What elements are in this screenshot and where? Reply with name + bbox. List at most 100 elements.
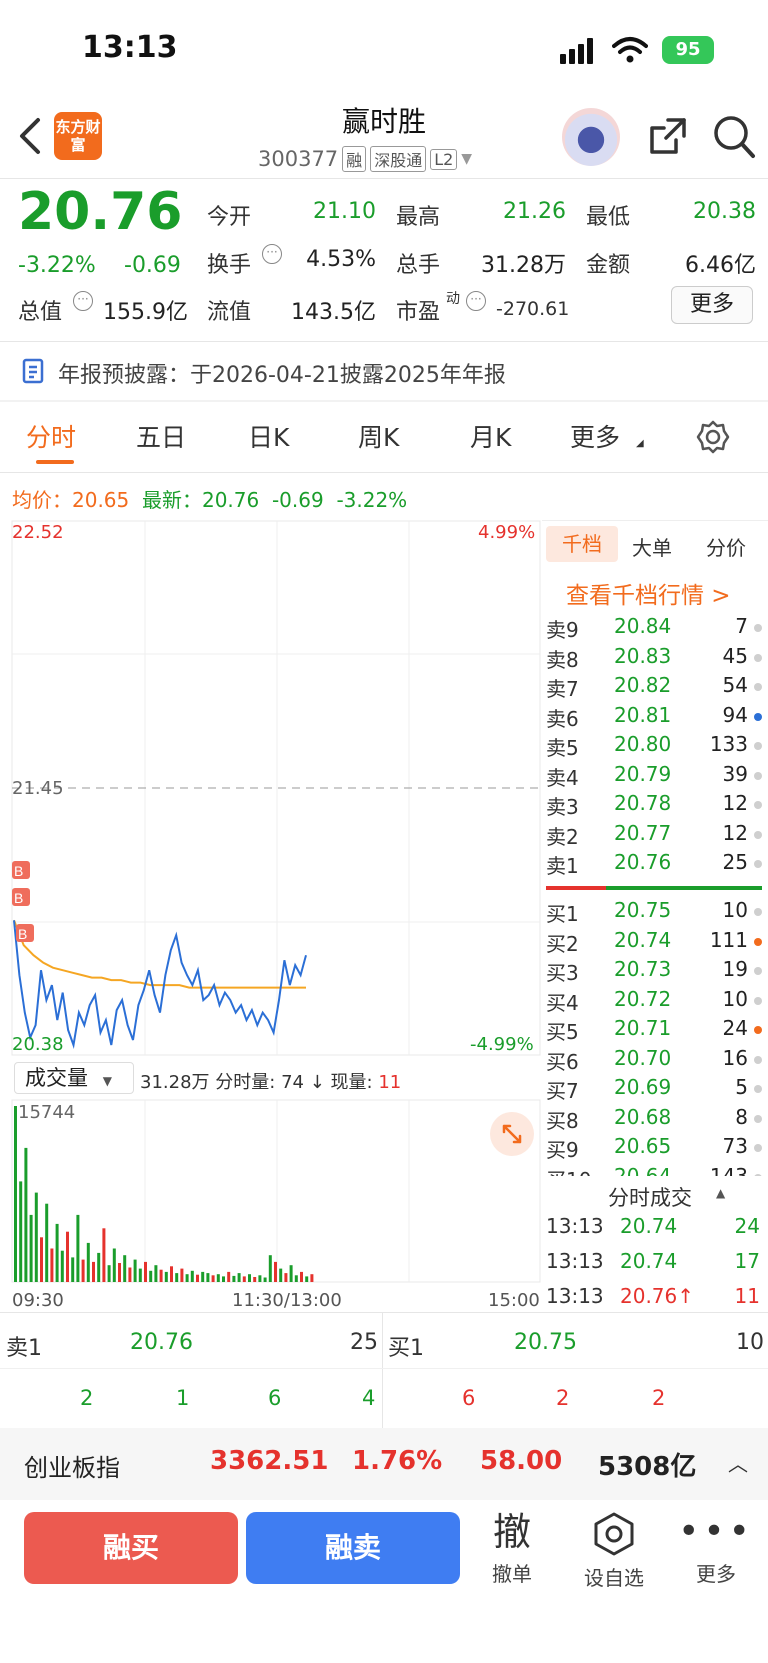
trade-volume: 11	[734, 1284, 760, 1308]
dropdown-arrow-icon[interactable]: ▼	[461, 151, 472, 167]
buy-row[interactable]: 买8 20.68 8	[546, 1105, 762, 1133]
open-value: 21.10	[313, 199, 376, 224]
cancel-order-button[interactable]: 撤 撤单	[462, 1510, 562, 1587]
sell-row[interactable]: 卖6 20.81 94	[546, 703, 762, 731]
sell-row[interactable]: 卖9 20.84 7	[546, 614, 762, 642]
buy-dot-indicator	[754, 1085, 762, 1093]
margin-buy-button[interactable]: 融买	[24, 1512, 238, 1584]
info-icon[interactable]: ···	[466, 291, 486, 311]
volume-bar	[19, 1181, 23, 1282]
buy-row[interactable]: 买1 20.75 10	[546, 898, 762, 926]
volume-bar	[196, 1274, 199, 1282]
sell-row[interactable]: 卖8 20.83 45	[546, 644, 762, 672]
gear-icon[interactable]	[696, 420, 730, 454]
avg-label: 均价：	[12, 488, 72, 512]
buy-dot-indicator	[754, 967, 762, 975]
trades-title[interactable]: 分时成交	[608, 1182, 692, 1212]
amount-value: 6.46亿	[685, 253, 756, 278]
sell-volume: 25	[722, 850, 748, 874]
add-watchlist-button[interactable]: 设自选	[564, 1510, 664, 1591]
buy-row[interactable]: 买4 20.72 10	[546, 987, 762, 1015]
depth-link[interactable]: 查看千档行情 >	[566, 576, 731, 610]
latest-change: -0.69	[271, 488, 324, 512]
sell-dot-indicator	[754, 860, 762, 868]
tab-intraday[interactable]: 分时	[26, 418, 76, 454]
sell-dot-indicator	[754, 653, 762, 662]
buy-row[interactable]: 买9 20.65 73	[546, 1134, 762, 1162]
buy-row[interactable]: 买6 20.70 16	[546, 1046, 762, 1074]
info-icon[interactable]: ···	[73, 291, 93, 311]
volume-bar	[222, 1276, 225, 1282]
volume-info: 31.28万 分时量: 74 ↓ 现量: 11	[140, 1072, 402, 1093]
buy-queue-item: 2	[652, 1386, 666, 1410]
volume-bar	[263, 1277, 267, 1282]
volume-bar	[305, 1276, 309, 1282]
more-quote-button[interactable]: 更多	[671, 286, 753, 324]
sell-row[interactable]: 卖4 20.79 39	[546, 762, 762, 790]
buy-row[interactable]: 买5 20.71 24	[546, 1016, 762, 1044]
buy-level-label: 买7	[546, 1079, 579, 1103]
sell-volume: 133	[709, 732, 748, 756]
sell-row[interactable]: 卖5 20.80 133	[546, 732, 762, 760]
svg-text:B: B	[14, 890, 23, 906]
tab-weekly-k[interactable]: 周K	[358, 418, 399, 454]
sell-level-label: 卖6	[546, 706, 579, 731]
chevron-up-icon[interactable]: ︿	[728, 1448, 748, 1477]
cancel-order-label: 撤单	[492, 1562, 532, 1586]
buy-row[interactable]: 买7 20.69 5	[546, 1075, 762, 1103]
share-icon[interactable]	[646, 114, 690, 158]
index-bar[interactable]: 创业板指 3362.51 1.76% 58.00 5308亿 ︿	[0, 1428, 768, 1500]
sell-row[interactable]: 卖3 20.78 12	[546, 791, 762, 819]
buy-price: 20.70	[614, 1045, 672, 1070]
tab-big-orders[interactable]: 大单	[632, 532, 672, 561]
search-icon[interactable]	[712, 114, 756, 160]
stock-subtitle: 300377 融 深股通 L2 ▼	[258, 146, 472, 172]
expand-button[interactable]	[490, 1112, 534, 1156]
sell-row[interactable]: 卖2 20.77 12	[546, 821, 762, 849]
sell-level-label: 卖2	[546, 824, 579, 849]
buy-row[interactable]: 买3 20.73 19	[546, 957, 762, 985]
y-bottom-price: 20.38	[12, 1034, 64, 1055]
volume-selector[interactable]: 成交量 ▼	[14, 1062, 134, 1094]
buy-level-label: 买4	[546, 990, 579, 1015]
buy-price: 20.71	[614, 1016, 672, 1040]
x-label-mid: 11:30/13:00	[232, 1290, 342, 1311]
buy-level-label: 买9	[546, 1138, 579, 1162]
margin-sell-button[interactable]: 融卖	[246, 1512, 460, 1584]
level-sell-label: 卖1	[6, 1336, 42, 1361]
notice-text[interactable]: 年报预披露：于2026-04-21披露2025年年报	[58, 357, 506, 389]
index-name: 创业板指	[24, 1454, 120, 1482]
intraday-price-chart[interactable]: B B B	[0, 518, 544, 1058]
amount-label: 金额	[586, 253, 631, 278]
sell-row[interactable]: 卖1 20.76 25	[546, 850, 762, 878]
buy-volume: 24	[722, 1016, 748, 1040]
assistant-avatar[interactable]	[562, 108, 620, 166]
volume-bar	[14, 1106, 17, 1282]
volume-bar	[180, 1268, 184, 1282]
tab-more[interactable]: 更多	[570, 418, 620, 454]
tab-depth[interactable]: 千档	[546, 526, 618, 562]
buy-row[interactable]: 买2 20.74 111	[546, 928, 762, 956]
sell-volume: 12	[722, 791, 748, 815]
high-value: 21.26	[503, 199, 566, 224]
volume-max-label: 15744	[18, 1102, 76, 1123]
sell-price: 20.81	[614, 702, 672, 727]
wifi-icon	[612, 37, 648, 63]
volume-bar	[242, 1276, 246, 1282]
low-value: 20.38	[693, 199, 756, 224]
sell-row[interactable]: 卖7 20.82 54	[546, 673, 762, 701]
tab-daily-k[interactable]: 日K	[248, 418, 289, 454]
buy-dot-indicator	[754, 937, 762, 946]
tab-five-day[interactable]: 五日	[136, 418, 186, 454]
tab-monthly-k[interactable]: 月K	[470, 418, 511, 454]
volume-bar	[86, 1242, 90, 1282]
volume-chart[interactable]	[0, 1098, 544, 1284]
volume-label: 总手	[396, 253, 441, 278]
volume-bar	[253, 1277, 257, 1282]
more-actions-button[interactable]: ••• 更多	[666, 1510, 766, 1587]
tab-price-dist[interactable]: 分价	[706, 532, 746, 561]
buy-level-label: 买2	[546, 931, 579, 956]
sell-dot-indicator	[754, 830, 762, 839]
info-icon[interactable]: ···	[262, 244, 282, 264]
y-bottom-pct: -4.99%	[470, 1034, 534, 1055]
